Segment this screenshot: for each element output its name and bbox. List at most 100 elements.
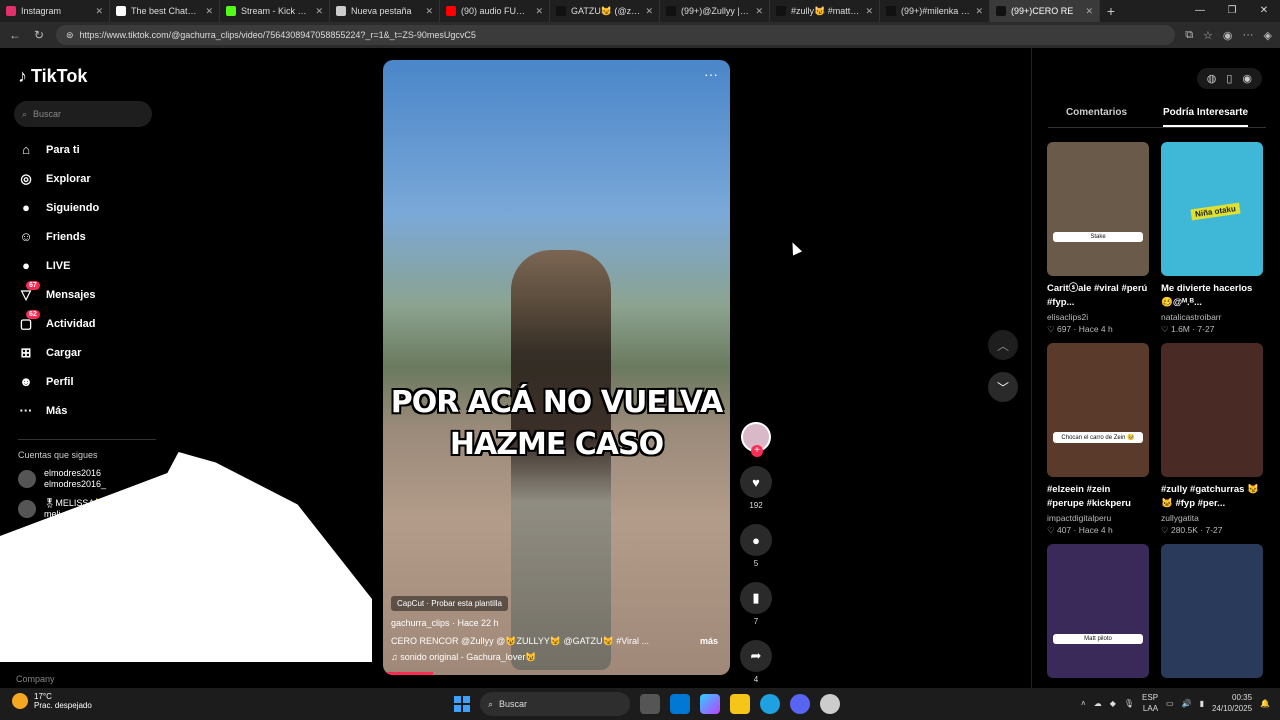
tab-may-interest[interactable]: Podría Interesarte <box>1162 104 1249 127</box>
device-icon[interactable]: ▯ <box>1226 72 1232 85</box>
discord-icon[interactable] <box>790 694 810 714</box>
close-tab-icon[interactable]: ✕ <box>1085 6 1093 17</box>
sidebar-item-explorar[interactable]: ◎ Explorar <box>18 164 156 193</box>
card-user[interactable]: zullygatita <box>1161 513 1263 523</box>
minimize-icon[interactable]: — <box>1184 0 1216 22</box>
search-input[interactable]: ⌕ Buscar <box>14 101 152 127</box>
close-tab-icon[interactable]: ✕ <box>315 6 323 17</box>
sidebar-item-actividad[interactable]: ▢ 62 Actividad <box>18 309 156 338</box>
close-tab-icon[interactable]: ✕ <box>535 6 543 17</box>
capcut-template-link[interactable]: CapCut · Probar esta plantilla <box>391 596 508 611</box>
sidebar-item-mensajes[interactable]: ▽ 67 Mensajes <box>18 280 156 309</box>
url-field[interactable]: ⊜ https://www.tiktok.com/@gachurra_clips… <box>56 25 1176 45</box>
notifications-icon[interactable]: 🔔 <box>1260 699 1270 708</box>
browser-tab[interactable]: (90) audio FUEGO, I ✕ <box>440 0 550 22</box>
next-video-button[interactable]: ﹀ <box>988 372 1018 402</box>
card-user[interactable]: elisaclips2i <box>1047 312 1149 322</box>
recommended-video-card[interactable]: Stake Caritⓢale #viral #perú #fyp... eli… <box>1047 142 1149 335</box>
browser-tab[interactable]: (99+)@Zullyy | zul ✕ <box>660 0 770 22</box>
video-progress-bar[interactable] <box>383 672 433 675</box>
browser-tab[interactable]: (99+)CERO RE ✕ <box>990 0 1100 22</box>
tiktok-logo[interactable]: ♪ TikTok <box>18 66 156 87</box>
save-button[interactable]: ▮ <box>740 582 772 614</box>
comment-button[interactable]: ● <box>740 524 772 556</box>
video-author[interactable]: gachurra_clips · Hace 22 h <box>391 618 499 628</box>
back-icon[interactable]: ← <box>8 28 22 42</box>
close-tab-icon[interactable]: ✕ <box>975 6 983 17</box>
task-view-icon[interactable] <box>640 694 660 714</box>
browser-tab[interactable]: Nueva pestaña ✕ <box>330 0 440 22</box>
close-window-icon[interactable]: ✕ <box>1248 0 1280 22</box>
browser-tab[interactable]: #zully😼 #mattkee ✕ <box>770 0 880 22</box>
menu-dots-icon[interactable]: ··· <box>1243 29 1254 42</box>
close-tab-icon[interactable]: ✕ <box>425 6 433 17</box>
sound-link[interactable]: ♫ sonido original - Gachura_lover😼 <box>391 652 537 663</box>
close-tab-icon[interactable]: ✕ <box>645 6 653 17</box>
close-tab-icon[interactable]: ✕ <box>205 6 213 17</box>
sidebar-item-parati[interactable]: ⌂ Para ti <box>18 135 156 164</box>
user-avatar-icon[interactable]: ◉ <box>1242 72 1252 85</box>
sidebar-item-ms[interactable]: ··· Más <box>18 396 156 425</box>
video-options-icon[interactable]: ··· <box>704 66 718 82</box>
video-player[interactable]: ··· POR ACÁ NO VUELVA HAZME CASO CapCut … <box>383 60 730 675</box>
sidebar-item-siguiendo[interactable]: ● Siguiendo <box>18 193 156 222</box>
volume-icon[interactable]: 🔊 <box>1182 699 1192 708</box>
browser-tab[interactable]: GATZU😼 (@zullyy ✕ <box>550 0 660 22</box>
card-user[interactable]: impactdigitalperu <box>1047 513 1149 523</box>
start-icon[interactable] <box>454 696 470 712</box>
site-info-icon[interactable]: ⊜ <box>66 30 74 41</box>
onedrive-icon[interactable]: ☁ <box>1094 699 1102 708</box>
video-thumbnail[interactable]: Chocan el carro de Zein 🥹 <box>1047 343 1149 477</box>
new-tab-icon[interactable]: + <box>1100 3 1122 19</box>
company-link[interactable]: Company <box>16 674 55 684</box>
close-tab-icon[interactable]: ✕ <box>95 6 103 17</box>
sidebar-item-friends[interactable]: ☺ Friends <box>18 222 156 251</box>
share-button[interactable]: ➦ <box>740 640 772 672</box>
recommended-video-card[interactable]: #zully #gatchurras 😼🐱 #fyp #per... zully… <box>1161 343 1263 536</box>
extensions-icon[interactable]: ⧉ <box>1185 29 1193 42</box>
more-button[interactable]: más <box>700 636 718 646</box>
video-thumbnail[interactable] <box>1161 544 1263 678</box>
close-tab-icon[interactable]: ✕ <box>755 6 763 17</box>
follow-plus-icon[interactable]: + <box>751 445 763 457</box>
store-icon[interactable] <box>670 694 690 714</box>
language-indicator[interactable]: ESP LAA <box>1142 692 1158 714</box>
reload-icon[interactable]: ↻ <box>32 28 46 42</box>
weather-widget[interactable]: 17°C Prac. despejado <box>12 692 92 710</box>
copilot-icon[interactable]: ◈ <box>1264 29 1272 42</box>
sidebar-item-perfil[interactable]: ☻ Perfil <box>18 367 156 396</box>
close-tab-icon[interactable]: ✕ <box>865 6 873 17</box>
clock[interactable]: 00:35 24/10/2025 <box>1212 692 1252 714</box>
card-user[interactable]: natalicastroibarr <box>1161 312 1263 322</box>
author-avatar[interactable]: + <box>741 422 771 457</box>
previous-video-button[interactable]: ︿ <box>988 330 1018 360</box>
edge-icon[interactable] <box>760 694 780 714</box>
restore-icon[interactable]: ❐ <box>1216 0 1248 22</box>
coin-icon[interactable]: ◍ <box>1207 72 1217 85</box>
browser-tab[interactable]: (99+)#milenka #pi ✕ <box>880 0 990 22</box>
recommended-video-card[interactable]: Chocan el carro de Zein 🥹 #elzeein #zein… <box>1047 343 1149 536</box>
file-explorer-icon[interactable] <box>730 694 750 714</box>
browser-tab[interactable]: Stream - Kick Dashb ✕ <box>220 0 330 22</box>
browser-tab[interactable]: Instagram ✕ <box>0 0 110 22</box>
copilot-app-icon[interactable] <box>700 694 720 714</box>
tray-arrow-icon[interactable]: ˄ <box>1081 699 1086 708</box>
profile-avatar-icon[interactable]: ◉ <box>1223 29 1233 42</box>
video-thumbnail[interactable]: Stake <box>1047 142 1149 276</box>
network-icon[interactable]: ▭ <box>1166 699 1174 708</box>
tab-comments[interactable]: Comentarios <box>1066 104 1127 127</box>
chrome-icon[interactable] <box>820 694 840 714</box>
mic-icon[interactable]: 🎙 <box>1124 699 1134 708</box>
defender-icon[interactable]: ◆ <box>1110 699 1116 708</box>
taskbar-search[interactable]: ⌕ Buscar <box>480 692 630 716</box>
browser-tab[interactable]: The best ChatBot an ✕ <box>110 0 220 22</box>
sidebar-item-cargar[interactable]: ⊞ Cargar <box>18 338 156 367</box>
sidebar-item-live[interactable]: ● LIVE <box>18 251 156 280</box>
like-button[interactable]: ♥ <box>740 466 772 498</box>
video-thumbnail[interactable]: Matt piloto <box>1047 544 1149 678</box>
favorites-icon[interactable]: ☆ <box>1203 29 1213 42</box>
recommended-video-card[interactable]: Niña otaku Me divierte hacerlos 🥴@ᴹ.ᴮ...… <box>1161 142 1263 335</box>
video-thumbnail[interactable]: Niña otaku <box>1161 142 1263 276</box>
video-thumbnail[interactable] <box>1161 343 1263 477</box>
battery-icon[interactable]: ▮ <box>1200 699 1204 708</box>
